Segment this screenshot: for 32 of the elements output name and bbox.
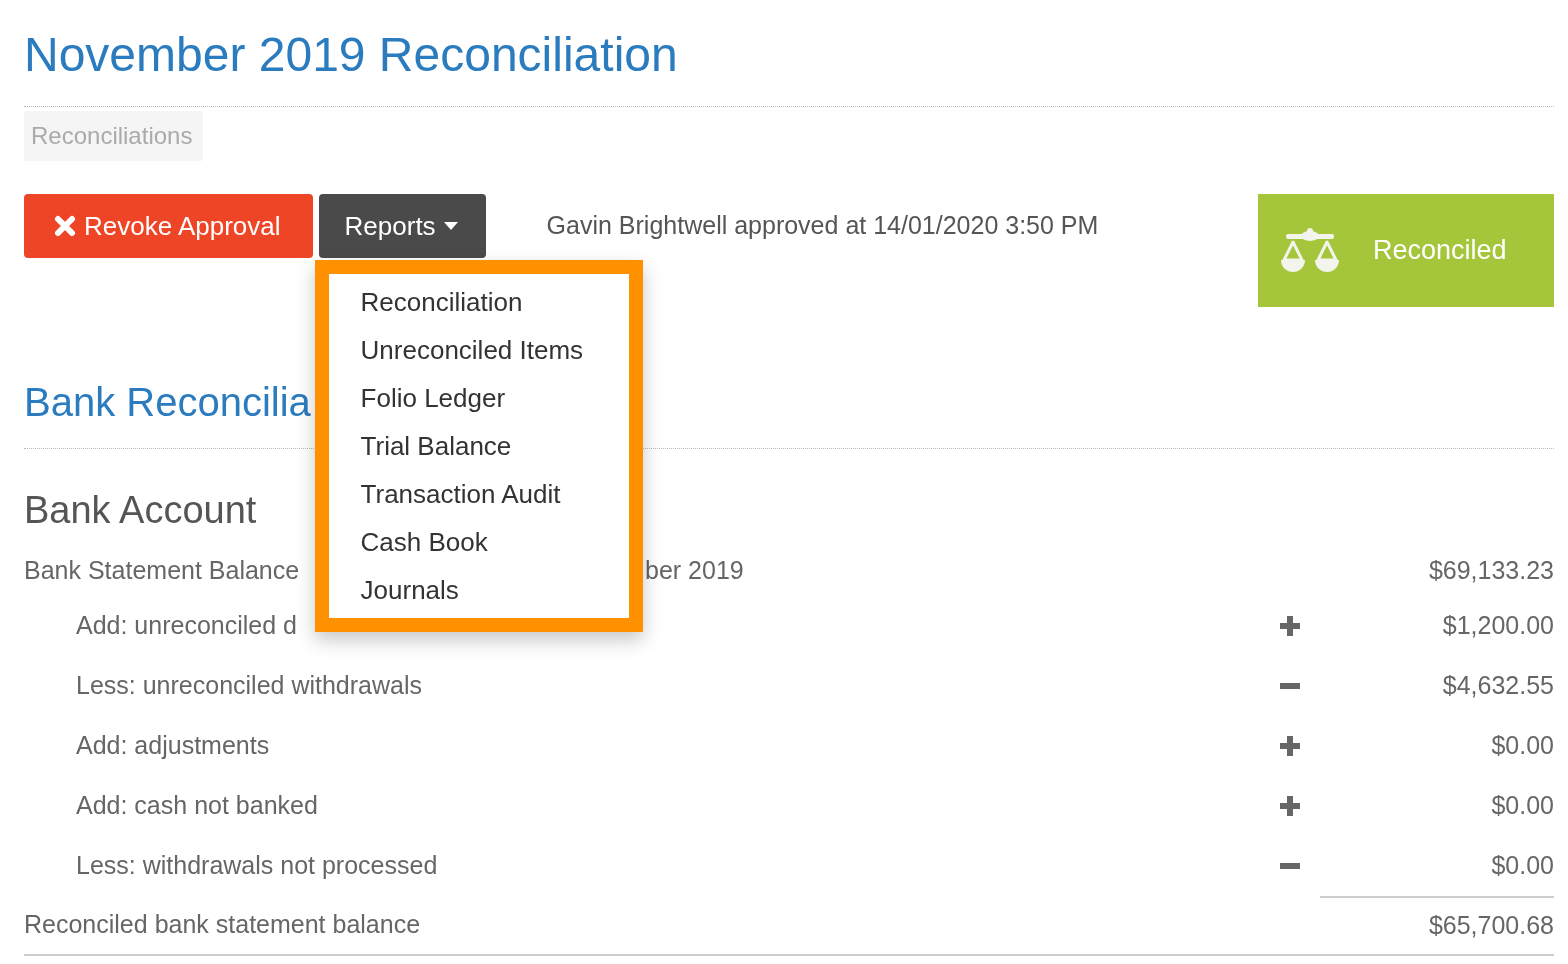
caret-icon (443, 222, 458, 230)
row-label: Less: withdrawals not processed (76, 850, 438, 882)
amount: $69,133.23 (1428, 555, 1554, 587)
amount: $4,632.55 (1442, 670, 1554, 702)
menu-item[interactable]: Trial Balance (328, 422, 629, 470)
scales-icon (1280, 227, 1340, 274)
total-amount: $65,700.68 (1428, 910, 1554, 942)
reports-dropdown-button[interactable]: Reports (318, 194, 486, 258)
amount: $0.00 (1491, 730, 1554, 762)
approval-note: Gavin Brightwell approved at 14/01/2020 3:50 PM (546, 210, 1099, 242)
x-icon (54, 215, 76, 237)
menu-item[interactable]: Cash Book (328, 518, 629, 566)
menu-item[interactable]: Unreconciled Items (328, 326, 629, 374)
row-label: Bank Statement Balance (24, 555, 300, 587)
amount: $1,200.00 (1442, 610, 1554, 642)
total-label: Reconciled bank statement balance (24, 909, 421, 941)
section-title: Bank Reconcilia (24, 379, 311, 426)
revoke-approval-button[interactable]: Revoke Approval (24, 194, 313, 258)
section-title: Bank Account (24, 488, 257, 533)
amount: $0.00 (1491, 790, 1554, 822)
row-label: ber 2019 (645, 555, 744, 587)
status-label: Reconciled (1373, 234, 1507, 268)
row-label: Add: adjustments (76, 730, 270, 762)
row-label: Less: unreconciled withdrawals (76, 670, 422, 702)
menu-item[interactable]: Reconciliation (328, 278, 629, 326)
row-label: Add: unreconciled d (76, 610, 297, 642)
menu-item[interactable]: Journals (328, 566, 629, 614)
page-title: November 2019 Reconciliation (24, 27, 678, 83)
row-label: Add: cash not banked (76, 790, 318, 822)
amount: $0.00 (1491, 850, 1554, 882)
menu-item[interactable]: Transaction Audit (328, 470, 629, 518)
menu-item[interactable]: Folio Ledger (328, 374, 629, 422)
